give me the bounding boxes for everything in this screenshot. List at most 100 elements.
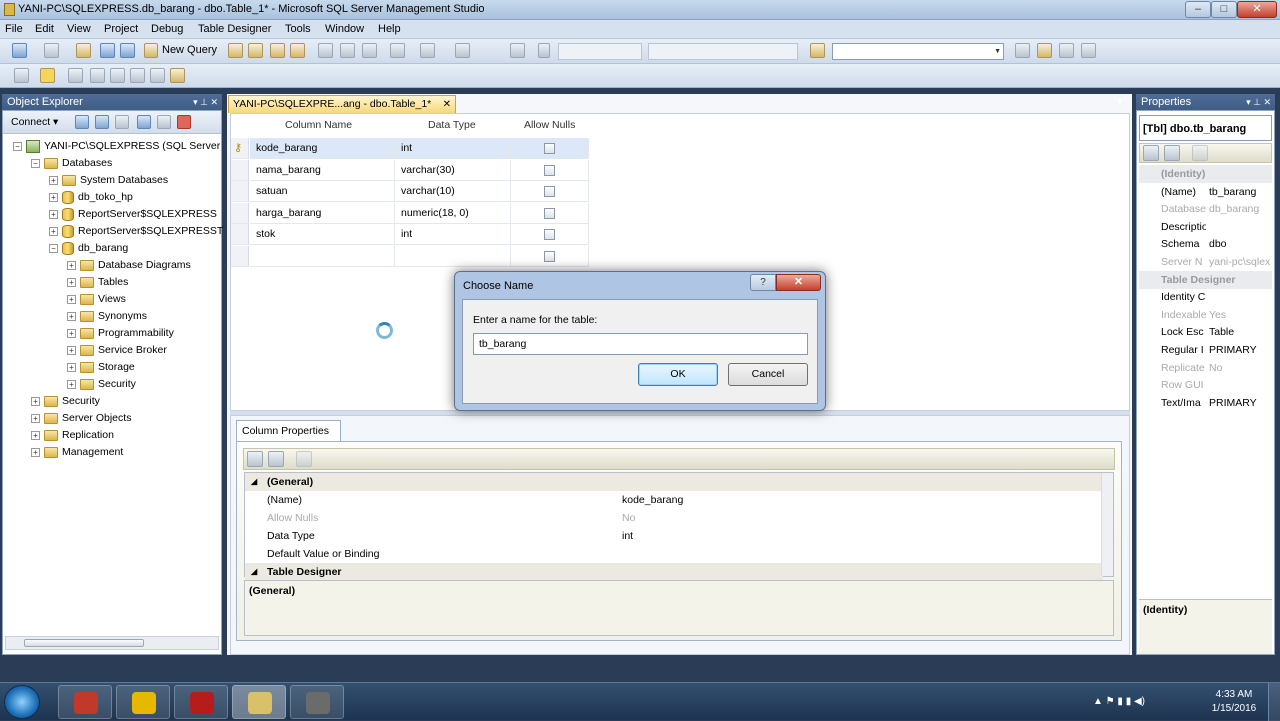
tree-item[interactable]: − YANI-PC\SQLEXPRESS (SQL Server bbox=[13, 138, 220, 154]
tree-item[interactable]: + Tables bbox=[67, 274, 128, 290]
menu-view[interactable]: View bbox=[67, 23, 91, 35]
row-selector[interactable] bbox=[231, 245, 249, 267]
find-icon[interactable] bbox=[810, 43, 825, 58]
property-row[interactable]: Data Type int bbox=[245, 527, 1103, 545]
taskbar-app-button[interactable] bbox=[290, 685, 344, 719]
categorized-icon[interactable] bbox=[247, 451, 263, 467]
tree-item[interactable]: + Views bbox=[67, 291, 126, 307]
expand-toggle-icon[interactable]: − bbox=[49, 243, 58, 253]
property-row[interactable]: Default Value or Binding bbox=[245, 545, 1103, 563]
stop-icon[interactable] bbox=[115, 115, 129, 129]
tree-item[interactable]: + Server Objects bbox=[31, 410, 131, 426]
manage-xml-indexes-icon[interactable] bbox=[130, 68, 145, 83]
expand-toggle-icon[interactable]: + bbox=[31, 447, 40, 457]
dialog-close-button[interactable]: ✕ bbox=[776, 274, 821, 291]
solution-config-dropdown[interactable] bbox=[558, 43, 642, 60]
print-icon[interactable] bbox=[510, 43, 525, 58]
menu-tools[interactable]: Tools bbox=[285, 23, 311, 35]
help-button[interactable]: ? bbox=[750, 274, 776, 291]
menu-table-designer[interactable]: Table Designer bbox=[198, 23, 271, 35]
manage-spatial-icon[interactable] bbox=[170, 68, 185, 83]
tree-item[interactable]: + ReportServer$SQLEXPRESS bbox=[49, 206, 217, 222]
property-row[interactable]: Allow Nulls No bbox=[245, 509, 1103, 527]
data-type-cell[interactable]: int bbox=[395, 224, 511, 245]
tree-item[interactable]: − db_barang bbox=[49, 240, 128, 256]
taskbar-app-button[interactable] bbox=[232, 685, 286, 719]
manage-fulltext-icon[interactable] bbox=[110, 68, 125, 83]
allow-nulls-checkbox[interactable] bbox=[544, 207, 555, 219]
connect-button[interactable]: Connect ▾ bbox=[11, 116, 58, 128]
data-type-cell[interactable]: varchar(10) bbox=[395, 181, 511, 202]
minimize-button[interactable]: – bbox=[1185, 1, 1211, 18]
property-category[interactable]: (Identity) bbox=[1139, 165, 1272, 183]
property-category[interactable]: Table Designer bbox=[1139, 270, 1272, 289]
data-type-cell[interactable] bbox=[395, 245, 511, 267]
redo-icon[interactable] bbox=[420, 43, 435, 58]
expand-toggle-icon[interactable]: + bbox=[67, 311, 76, 321]
activity-monitor-icon[interactable] bbox=[177, 115, 191, 129]
panel-pin-icon[interactable]: ▾ ⊥ ✕ bbox=[193, 94, 218, 111]
mdx-query-icon[interactable] bbox=[270, 43, 285, 58]
undo-icon[interactable] bbox=[390, 43, 405, 58]
tree-item[interactable]: + Security bbox=[31, 393, 100, 409]
taskbar-app-button[interactable] bbox=[58, 685, 112, 719]
allow-nulls-checkbox[interactable] bbox=[544, 229, 555, 240]
tab-table-designer[interactable]: YANI-PC\SQLEXPRE...ang - dbo.Table_1* ✕ bbox=[228, 95, 456, 113]
categorized-icon[interactable] bbox=[1143, 145, 1159, 161]
expand-toggle-icon[interactable]: + bbox=[67, 379, 76, 389]
row-selector[interactable] bbox=[231, 181, 249, 202]
menu-window[interactable]: Window bbox=[325, 23, 364, 35]
allow-nulls-checkbox[interactable] bbox=[544, 143, 555, 154]
close-window-button[interactable]: ✕ bbox=[1237, 1, 1277, 18]
expand-toggle-icon[interactable]: + bbox=[49, 175, 58, 185]
system-tray-icons[interactable]: ▲ ⚑ ▮ ▮ ◀) bbox=[1093, 696, 1145, 707]
refresh-icon[interactable] bbox=[157, 115, 171, 129]
menu-file[interactable]: File bbox=[5, 23, 23, 35]
new-query-button[interactable]: New Query bbox=[162, 44, 217, 56]
properties-object-select[interactable]: [Tbl] dbo.tb_barang bbox=[1139, 115, 1272, 141]
property-row[interactable]: Identity C bbox=[1139, 288, 1272, 306]
tree-item[interactable]: + Programmability bbox=[67, 325, 174, 341]
platform-dropdown[interactable] bbox=[648, 43, 798, 60]
data-type-cell[interactable]: int bbox=[395, 138, 511, 159]
save-all-icon[interactable] bbox=[120, 43, 135, 58]
column-name-cell[interactable]: stok bbox=[250, 224, 395, 245]
table-name-input[interactable] bbox=[473, 333, 808, 355]
start-debug-icon[interactable] bbox=[538, 43, 550, 58]
allow-nulls-checkbox[interactable] bbox=[544, 186, 555, 197]
menu-project[interactable]: Project bbox=[104, 23, 138, 35]
database-engine-query-icon[interactable] bbox=[228, 43, 243, 58]
property-row[interactable]: Regular I PRIMARY bbox=[1139, 341, 1272, 359]
expand-toggle-icon[interactable]: + bbox=[67, 294, 76, 304]
property-row[interactable]: (Name) kode_barang bbox=[245, 491, 1103, 509]
property-row[interactable]: Row GUI bbox=[1139, 376, 1272, 394]
row-selector[interactable]: ⚷ bbox=[231, 138, 249, 159]
menu-edit[interactable]: Edit bbox=[35, 23, 54, 35]
property-row[interactable]: Server N yani-pc\sqlex bbox=[1139, 253, 1272, 271]
column-name-cell[interactable] bbox=[250, 245, 395, 267]
expand-toggle-icon[interactable]: + bbox=[49, 209, 58, 219]
tree-item[interactable]: + Storage bbox=[67, 359, 135, 375]
expand-toggle-icon[interactable]: + bbox=[31, 396, 40, 406]
expand-toggle-icon[interactable]: + bbox=[67, 362, 76, 372]
horizontal-scrollbar[interactable] bbox=[5, 636, 219, 650]
tree-item[interactable]: + Synonyms bbox=[67, 308, 147, 324]
property-row[interactable]: Indexable Yes bbox=[1139, 306, 1272, 324]
clock[interactable]: 4:33 AM 1/15/2016 bbox=[1208, 688, 1260, 716]
taskbar-app-button[interactable] bbox=[174, 685, 228, 719]
tree-item[interactable]: + Replication bbox=[31, 427, 114, 443]
row-selector[interactable] bbox=[231, 224, 249, 245]
paste-icon[interactable] bbox=[362, 43, 377, 58]
expand-toggle-icon[interactable]: + bbox=[31, 430, 40, 440]
show-desktop-button[interactable] bbox=[1268, 683, 1280, 721]
disconnect-icon[interactable] bbox=[95, 115, 109, 129]
add-item-icon[interactable] bbox=[44, 43, 59, 58]
tree-item[interactable]: + System Databases bbox=[49, 172, 168, 188]
new-query-icon[interactable] bbox=[144, 43, 158, 58]
start-button[interactable] bbox=[4, 685, 40, 719]
generate-script-icon[interactable] bbox=[14, 68, 29, 83]
property-vertical-scrollbar[interactable] bbox=[1101, 473, 1113, 576]
find-combo[interactable]: ▼ bbox=[832, 43, 1004, 60]
property-row[interactable]: Database db_barang bbox=[1139, 200, 1272, 218]
object-explorer-icon[interactable] bbox=[1059, 43, 1074, 58]
